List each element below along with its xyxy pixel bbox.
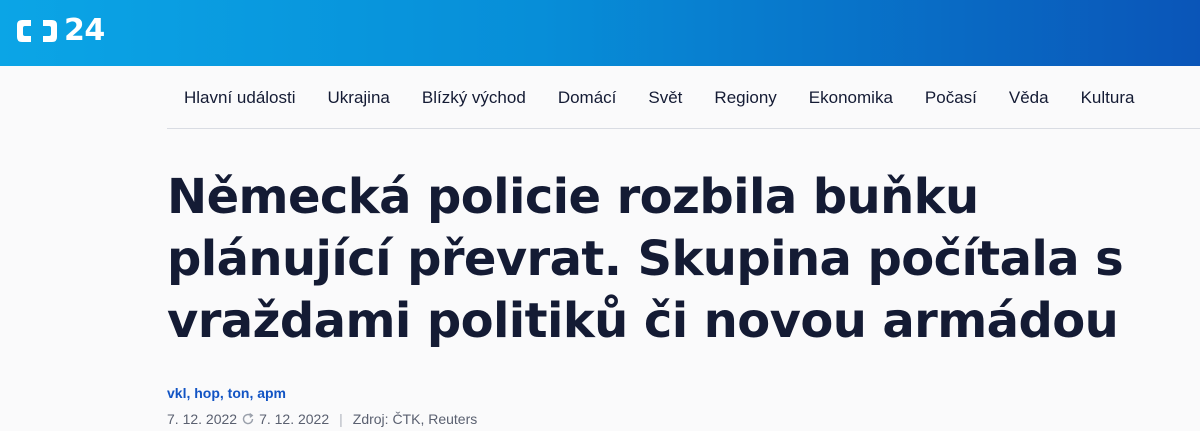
updated-date: 7. 12. 2022 <box>259 411 330 427</box>
article-meta: 7. 12. 2022 7. 12. 2022 | Zdroj: ČTK, Re… <box>167 409 477 429</box>
ct-logo-icon <box>16 16 58 46</box>
nav-item-ekonomika[interactable]: Ekonomika <box>809 88 893 108</box>
refresh-icon <box>241 412 255 426</box>
article-source: Zdroj: ČTK, Reuters <box>352 411 478 427</box>
meta-separator: | <box>339 411 343 427</box>
nav-item-domaci[interactable]: Domácí <box>558 88 617 108</box>
nav-item-svet[interactable]: Svět <box>648 88 682 108</box>
published-date: 7. 12. 2022 <box>167 411 238 427</box>
main-navigation: Hlavní události Ukrajina Blízký východ D… <box>167 67 1200 129</box>
nav-item-regiony[interactable]: Regiony <box>714 88 776 108</box>
logo-text: 24 <box>64 13 105 48</box>
site-logo[interactable]: 24 <box>16 16 105 46</box>
nav-item-veda[interactable]: Věda <box>1009 88 1049 108</box>
nav-item-hlavni-udalosti[interactable]: Hlavní události <box>184 88 296 108</box>
nav-item-ukrajina[interactable]: Ukrajina <box>328 88 390 108</box>
nav-item-blizky-vychod[interactable]: Blízký východ <box>422 88 526 108</box>
article-headline: Německá policie rozbila buňku plánující … <box>167 169 1124 349</box>
nav-item-kultura[interactable]: Kultura <box>1081 88 1135 108</box>
nav-item-pocasi[interactable]: Počasí <box>925 88 977 108</box>
site-header: 24 <box>0 0 1200 66</box>
article-authors[interactable]: vkl, hop, ton, apm <box>167 385 286 401</box>
